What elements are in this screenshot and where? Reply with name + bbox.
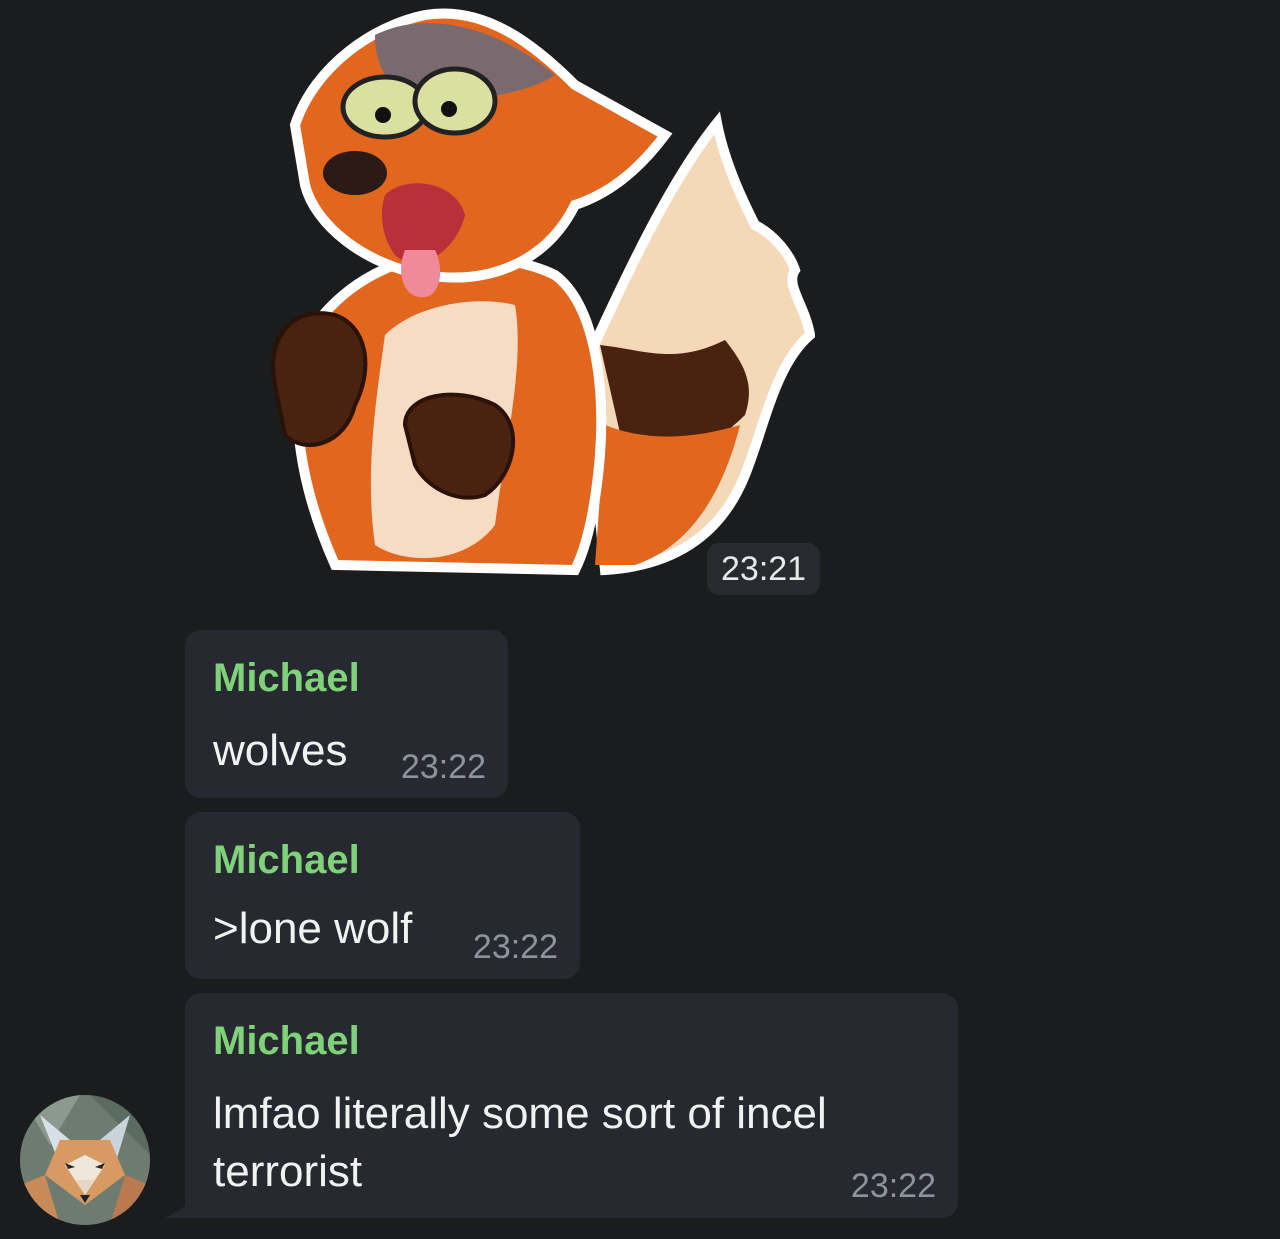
bubble-tail <box>165 1196 195 1218</box>
message-text: >lone wolf <box>213 904 413 953</box>
message-bubble[interactable]: Michael wolves 23:22 <box>185 630 508 798</box>
sender-name[interactable]: Michael <box>213 1019 360 1064</box>
message-timestamp: 23:22 <box>850 1167 936 1205</box>
message-text: lmfao literally some sort of incel terro… <box>213 1089 827 1196</box>
fox-avatar-icon[interactable] <box>20 1095 150 1225</box>
message-bubble[interactable]: Michael >lone wolf 23:22 <box>185 812 580 979</box>
fox-sticker[interactable] <box>255 5 815 590</box>
sticker-timestamp: 23:21 <box>707 543 821 595</box>
message-text: wolves <box>213 726 348 775</box>
message-timestamp: 23:22 <box>400 748 486 786</box>
sender-name[interactable]: Michael <box>213 656 360 701</box>
message-timestamp: 23:22 <box>472 928 558 966</box>
message-bubble[interactable]: Michael lmfao literally some sort of inc… <box>185 993 958 1218</box>
sender-name[interactable]: Michael <box>213 838 360 883</box>
